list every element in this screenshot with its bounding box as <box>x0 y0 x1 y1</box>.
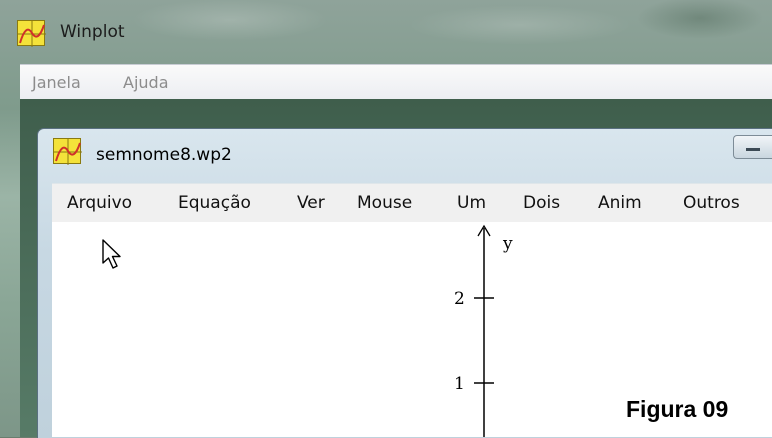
menu-mouse[interactable]: Mouse <box>357 193 412 213</box>
winplot-app-icon[interactable] <box>17 20 46 47</box>
y-tick-label-1: 1 <box>454 374 465 394</box>
menu-janela[interactable]: Janela <box>32 73 81 92</box>
menu-equacao[interactable]: Equação <box>178 193 251 213</box>
menu-dois[interactable]: Dois <box>523 193 560 213</box>
minimize-button[interactable] <box>733 135 772 159</box>
app-menubar: Janela Ajuda <box>20 64 772 100</box>
menu-outros[interactable]: Outros <box>683 193 740 213</box>
mouse-pointer-icon <box>102 239 121 269</box>
app-title: Winplot <box>60 22 125 42</box>
winplot-document-icon[interactable] <box>53 138 82 165</box>
minimize-icon <box>746 148 760 151</box>
menu-um[interactable]: Um <box>457 193 486 213</box>
document-menubar: Arquivo Equação Ver Mouse Um Dois Anim O… <box>52 183 772 223</box>
y-axis-label: y <box>502 234 513 254</box>
y-tick-label-2: 2 <box>454 289 465 309</box>
document-title: semnome8.wp2 <box>96 145 232 165</box>
menu-anim[interactable]: Anim <box>598 193 642 213</box>
menu-ajuda[interactable]: Ajuda <box>123 73 169 92</box>
figure-caption: Figura 09 <box>626 396 729 422</box>
menu-ver[interactable]: Ver <box>297 193 325 213</box>
menu-arquivo[interactable]: Arquivo <box>67 193 132 213</box>
